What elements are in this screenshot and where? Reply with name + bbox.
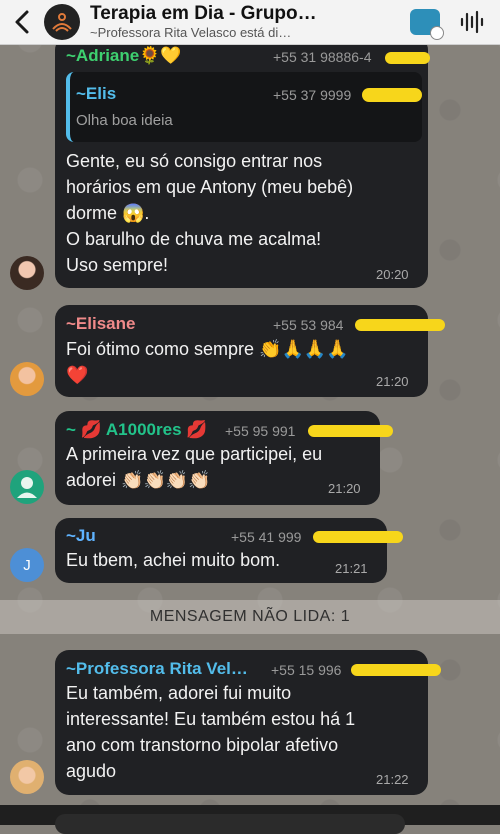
sender-phone: +55 15 996 [271, 662, 342, 678]
quoted-sender: ~Elis [76, 84, 117, 103]
message-bubble[interactable]: ~Professora Rita Vel… +55 15 996 Eu tamb… [55, 650, 441, 795]
avatar[interactable] [10, 760, 44, 794]
message-input[interactable] [55, 814, 405, 834]
message-text: Gente, eu só consigo entrar nos horários… [66, 151, 354, 275]
back-chevron-icon [15, 10, 29, 34]
message-sender[interactable]: ~Professora Rita Vel… [66, 659, 248, 679]
sender-phone: +55 53 984 [273, 317, 344, 333]
chat-subtitle: ~Professora Rita Velasco está di… [90, 25, 292, 40]
message-text: Eu também, adorei fui muito interessante… [66, 683, 356, 781]
message-text: A primeira vez que participei, eu adorei… [66, 444, 323, 490]
message-bubble[interactable]: ~Adriane🌻💛 +55 31 98886-4 ~Elis +55 37 9… [55, 36, 430, 288]
unread-divider: MENSAGEM NÃO LIDA: 1 [0, 600, 500, 634]
message-time: 21:22 [376, 772, 409, 787]
avatar[interactable] [10, 470, 44, 504]
redaction-mark [385, 52, 430, 64]
message-sender[interactable]: ~Adriane🌻💛 [66, 46, 182, 66]
redaction-mark [355, 319, 445, 331]
sender-phone: +55 95 991 [225, 423, 296, 439]
quoted-phone: +55 37 9999 [273, 87, 352, 103]
message-time: 21:21 [335, 561, 368, 576]
quoted-text: Olha boa ideia [76, 112, 173, 129]
chat-title: Terapia em Dia - Grupo… [90, 3, 317, 24]
video-call-icon [410, 9, 444, 40]
message-sender[interactable]: ~Elisane [66, 314, 135, 334]
unread-label: MENSAGEM NÃO LIDA: 1 [149, 608, 351, 625]
back-button[interactable] [0, 0, 44, 44]
audio-wave-icon [460, 10, 484, 34]
group-logo-icon [52, 13, 72, 32]
avatar[interactable] [10, 256, 44, 290]
video-call-button[interactable] [408, 5, 444, 40]
message-text: Eu tbem, achei muito bom. [66, 550, 281, 570]
message-bubble[interactable]: ~ 💋 A1000res 💋 +55 95 991 A primeira vez… [55, 411, 393, 505]
audio-call-button[interactable] [454, 5, 488, 39]
chat-title-block[interactable]: Terapia em Dia - Grupo… ~Professora Rita… [90, 3, 408, 41]
sender-emoji: 🌻💛 [139, 46, 182, 65]
chat-header: Terapia em Dia - Grupo… ~Professora Rita… [0, 0, 500, 45]
message-bubble[interactable]: ~Ju +55 41 999 Eu tbem, achei muito bom.… [55, 518, 403, 583]
redaction-mark [351, 664, 441, 676]
message-time: 20:20 [376, 267, 409, 282]
redaction-mark [362, 88, 422, 102]
sender-phone: +55 31 98886-4 [273, 49, 372, 65]
message-text: Foi ótimo como sempre 👏🙏🙏🙏 ❤️ [66, 339, 349, 385]
avatar-letter: J [23, 556, 31, 574]
message-sender[interactable]: ~ 💋 A1000res 💋 [66, 420, 207, 440]
quoted-message[interactable]: ~Elis +55 37 9999 Olha boa ideia [66, 72, 422, 142]
message-time: 21:20 [328, 481, 361, 496]
avatar[interactable]: J [10, 548, 44, 582]
message-sender[interactable]: ~Ju [66, 526, 96, 546]
video-badge-icon [430, 26, 444, 40]
group-avatar[interactable] [44, 4, 80, 40]
sender-phone: +55 41 999 [231, 529, 302, 545]
message-bubble[interactable]: ~Elisane +55 53 984 Foi ótimo como sempr… [55, 305, 445, 397]
avatar[interactable] [10, 362, 44, 396]
redaction-mark [313, 531, 403, 543]
redaction-mark [308, 425, 393, 437]
default-user-icon [17, 477, 37, 498]
message-time: 21:20 [376, 374, 409, 389]
